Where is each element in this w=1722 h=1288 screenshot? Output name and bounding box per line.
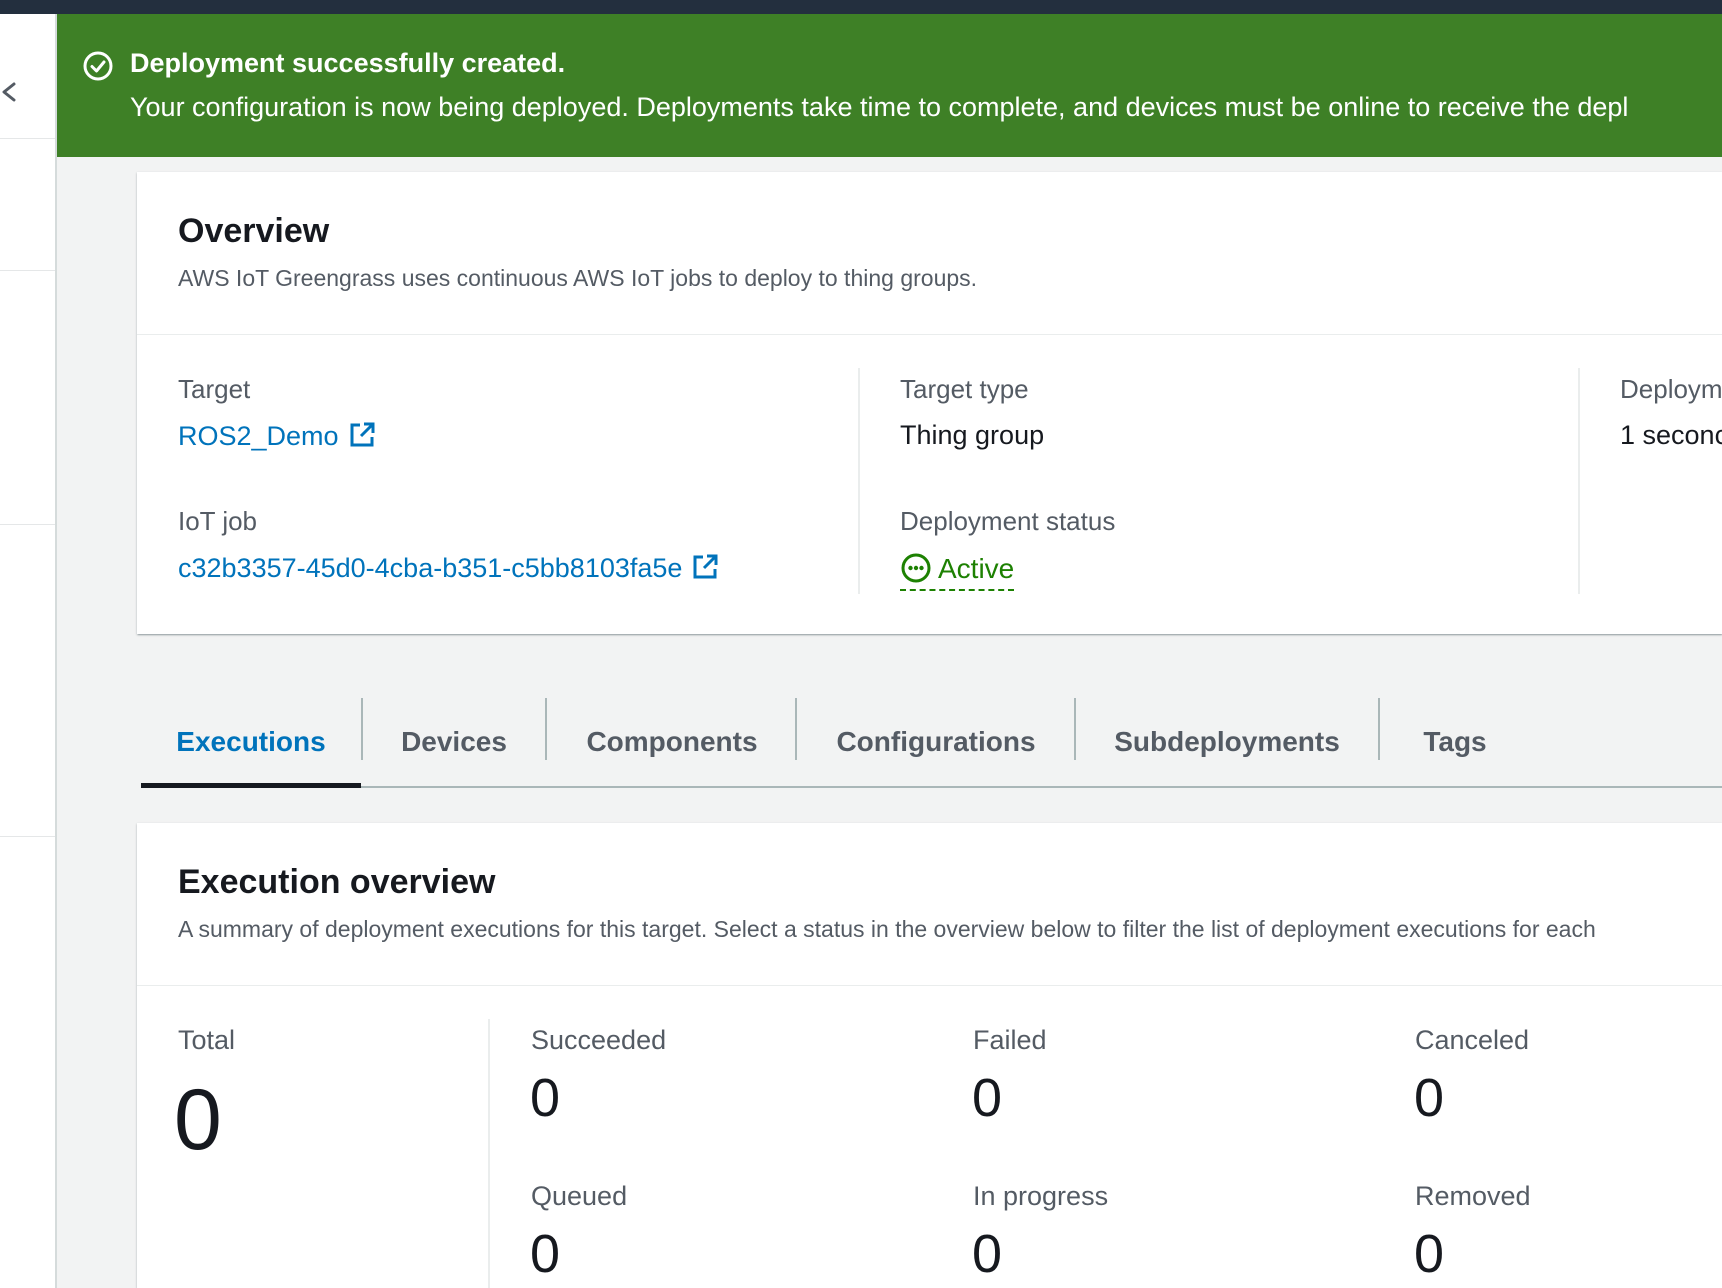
target-type-value: Thing group xyxy=(900,420,1045,450)
side-navigation-collapsed xyxy=(0,14,57,1288)
active-tab-indicator xyxy=(141,783,361,788)
tab-subdeployments[interactable]: Subdeployments xyxy=(1076,698,1378,786)
overview-panel: Overview AWS IoT Greengrass uses continu… xyxy=(137,172,1722,634)
overview-header: Overview AWS IoT Greengrass uses continu… xyxy=(137,172,1722,335)
in-progress-value[interactable]: 0 xyxy=(972,1223,1002,1285)
tab-tags[interactable]: Tags xyxy=(1380,698,1530,786)
nav-divider xyxy=(0,270,55,271)
removed-value[interactable]: 0 xyxy=(1414,1223,1444,1285)
queued-value[interactable]: 0 xyxy=(530,1223,560,1285)
execution-overview-title: Execution overview xyxy=(178,863,496,901)
deployment-status-label: Deployment status xyxy=(900,506,1116,536)
tab-components[interactable]: Components xyxy=(547,698,797,786)
column-divider xyxy=(858,368,860,594)
success-circle-icon xyxy=(83,51,113,81)
flash-message: Your configuration is now being deployed… xyxy=(130,92,1629,122)
external-link-icon[interactable] xyxy=(347,420,377,450)
top-navigation-bar xyxy=(0,0,1722,14)
nav-divider xyxy=(0,836,55,837)
external-link-icon[interactable] xyxy=(690,552,720,582)
succeeded-label[interactable]: Succeeded xyxy=(531,1025,666,1056)
chevron-left-icon[interactable] xyxy=(0,72,22,112)
tabs-bar: Executions Devices Components Configurat… xyxy=(141,698,1722,788)
canceled-value[interactable]: 0 xyxy=(1414,1067,1444,1129)
nav-divider xyxy=(0,524,55,525)
removed-label[interactable]: Removed xyxy=(1415,1181,1531,1212)
in-progress-label[interactable]: In progress xyxy=(973,1181,1108,1212)
tab-configurations[interactable]: Configurations xyxy=(797,698,1075,786)
target-link[interactable]: ROS2_Demo xyxy=(178,421,339,451)
total-value: 0 xyxy=(174,1072,222,1168)
nav-divider xyxy=(0,138,55,139)
failed-value[interactable]: 0 xyxy=(972,1067,1002,1129)
tab-devices[interactable]: Devices xyxy=(363,698,545,786)
target-value[interactable]: ROS2_Demo xyxy=(178,420,377,452)
iot-job-link[interactable]: c32b3357-45d0-4cba-b351-c5bb8103fa5e xyxy=(178,553,682,583)
queued-label[interactable]: Queued xyxy=(531,1181,627,1212)
column-divider xyxy=(488,1019,490,1288)
status-text: Active xyxy=(938,553,1015,584)
in-progress-status-icon xyxy=(901,553,931,583)
deployment-status-value[interactable]: Active xyxy=(900,552,1015,591)
failed-label[interactable]: Failed xyxy=(973,1025,1047,1056)
succeeded-value[interactable]: 0 xyxy=(530,1067,560,1129)
deployment-created-value: 1 seconc xyxy=(1620,420,1722,450)
iot-job-label: IoT job xyxy=(178,506,258,536)
execution-overview-description: A summary of deployment executions for t… xyxy=(178,916,1596,942)
success-flash-banner: Deployment successfully created. Your co… xyxy=(57,14,1722,157)
column-divider xyxy=(1578,368,1580,594)
execution-overview-header: Execution overview A summary of deployme… xyxy=(137,823,1722,986)
canceled-label[interactable]: Canceled xyxy=(1415,1025,1529,1056)
deployment-created-label: Deploym xyxy=(1620,374,1722,404)
target-type-label: Target type xyxy=(900,374,1029,404)
tab-executions[interactable]: Executions xyxy=(141,698,361,786)
execution-overview-panel: Execution overview A summary of deployme… xyxy=(137,823,1722,1288)
iot-job-value[interactable]: c32b3357-45d0-4cba-b351-c5bb8103fa5e xyxy=(178,552,720,584)
overview-description: AWS IoT Greengrass uses continuous AWS I… xyxy=(178,265,978,291)
overview-title: Overview xyxy=(178,212,330,250)
target-label: Target xyxy=(178,374,251,404)
flash-title: Deployment successfully created. xyxy=(130,48,566,78)
total-label: Total xyxy=(178,1025,236,1055)
